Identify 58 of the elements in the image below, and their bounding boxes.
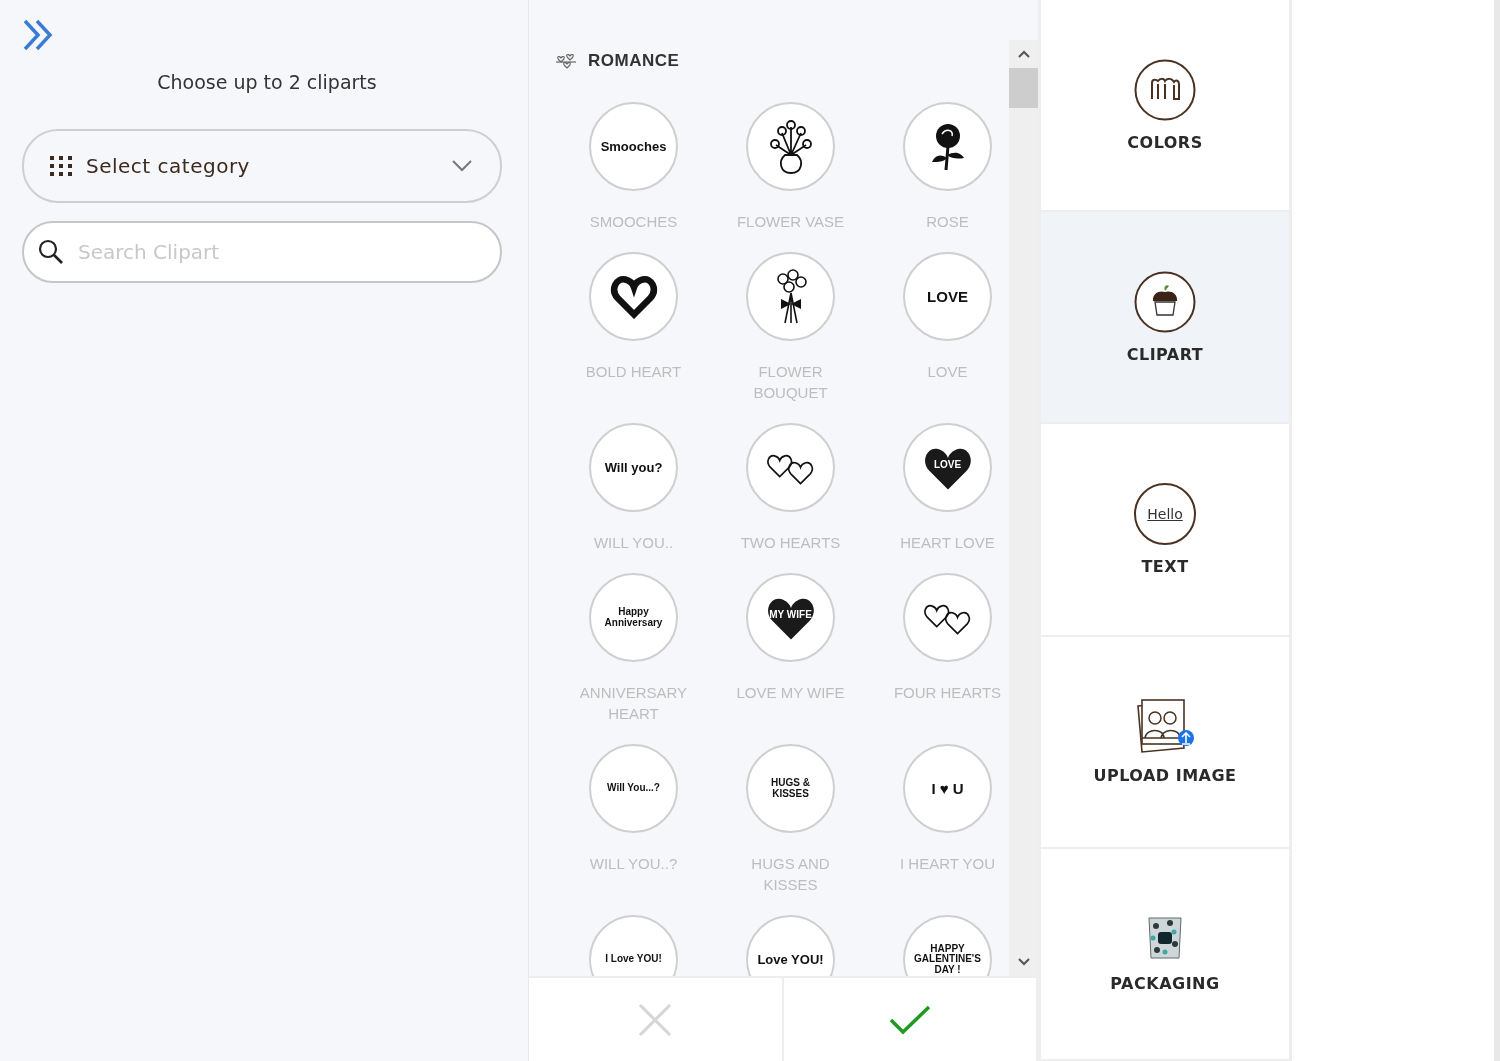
clipart-label: ANNIVERSARY HEART	[578, 683, 689, 724]
heart-text-drawing: MY WIFE	[762, 593, 819, 642]
photo-upload-icon	[1134, 698, 1196, 755]
clipart-thumbnail[interactable]: HAPPY GALENTINE'S DAY !	[903, 915, 992, 977]
flower-vase-icon	[767, 118, 814, 175]
clipart-label: FLOWER BOUQUET	[752, 362, 829, 403]
clipart-label: FLOWER VASE	[735, 212, 846, 232]
hearts-icon	[555, 53, 577, 69]
clipart-thumbnail[interactable]: I Love YOU!	[589, 915, 678, 977]
clipart-thumbnail[interactable]: Will you?	[589, 423, 678, 512]
scrollbar[interactable]	[1009, 40, 1038, 977]
nav-tab[interactable]: CLIPART	[1041, 212, 1289, 425]
heart-icon	[609, 274, 658, 319]
clipart-label: WILL YOU..?	[588, 854, 679, 874]
clipart-thumbnail[interactable]: MY WIFE	[746, 573, 835, 662]
clipart-text: Smooches	[600, 139, 667, 154]
scroll-up-icon[interactable]	[1017, 50, 1030, 58]
clipart-label: WILL YOU..	[592, 533, 675, 553]
clipart-text: HUGS & KISSES	[770, 778, 811, 799]
clipart-thumbnail[interactable]: Smooches	[589, 102, 678, 191]
clipart-label: LOVE	[926, 362, 969, 382]
clipart-text: I Love YOU!	[605, 954, 662, 965]
clipart-label: TWO HEARTS	[739, 533, 842, 553]
clipart-text: Happy Anniversary	[603, 607, 664, 628]
scrollbar-thumb[interactable]	[1009, 68, 1038, 108]
clipart-text: HAPPY GALENTINE'S DAY !	[913, 943, 982, 976]
clipart-label: FOUR HEARTS	[892, 683, 1003, 703]
clipart-label: LOVE MY WIFE	[735, 683, 846, 703]
clipart-text: Love YOU!	[757, 952, 824, 967]
category-dropdown[interactable]: Select category	[22, 129, 502, 203]
chevron-down-icon	[452, 160, 472, 172]
search-icon	[38, 239, 64, 265]
grid-icon	[50, 156, 74, 176]
candy-icon	[1134, 58, 1196, 121]
clipart-thumbnail[interactable]: LOVE	[903, 252, 992, 341]
clipart-label: HEART LOVE	[899, 533, 996, 553]
scroll-down-icon[interactable]	[1017, 958, 1030, 967]
clipart-thumbnail[interactable]: Happy Anniversary	[589, 573, 678, 662]
clipart-thumbnail[interactable]: HUGS & KISSES	[746, 744, 835, 833]
clipart-thumbnail[interactable]: Love YOU!	[746, 915, 835, 977]
clipart-label: SMOOCHES	[588, 212, 679, 232]
clipart-label: BOLD HEART	[584, 362, 683, 382]
heart-text-drawing: LOVE	[919, 443, 976, 492]
instruction-text: Choose up to 2 cliparts	[156, 71, 378, 93]
hello-text-icon: Hello	[1134, 483, 1196, 545]
clipart-text: LOVE	[927, 288, 968, 305]
rose-icon	[929, 121, 966, 172]
cupcake-icon	[1134, 270, 1196, 333]
clipart-text: I ♥ U	[931, 780, 964, 797]
clipart-thumbnail[interactable]: Will You...?	[589, 744, 678, 833]
clipart-text: Will you?	[604, 460, 663, 475]
clipart-label: HUGS AND KISSES	[750, 854, 831, 895]
clipart-text: Will You...?	[607, 783, 660, 794]
category-title: ROMANCE	[588, 51, 680, 71]
clipart-label: ROSE	[925, 212, 970, 232]
clipart-thumbnail[interactable]: LOVE	[903, 423, 992, 512]
clipart-thumbnail[interactable]: I ♥ U	[903, 744, 992, 833]
dropdown-placeholder: Select category	[86, 154, 251, 178]
